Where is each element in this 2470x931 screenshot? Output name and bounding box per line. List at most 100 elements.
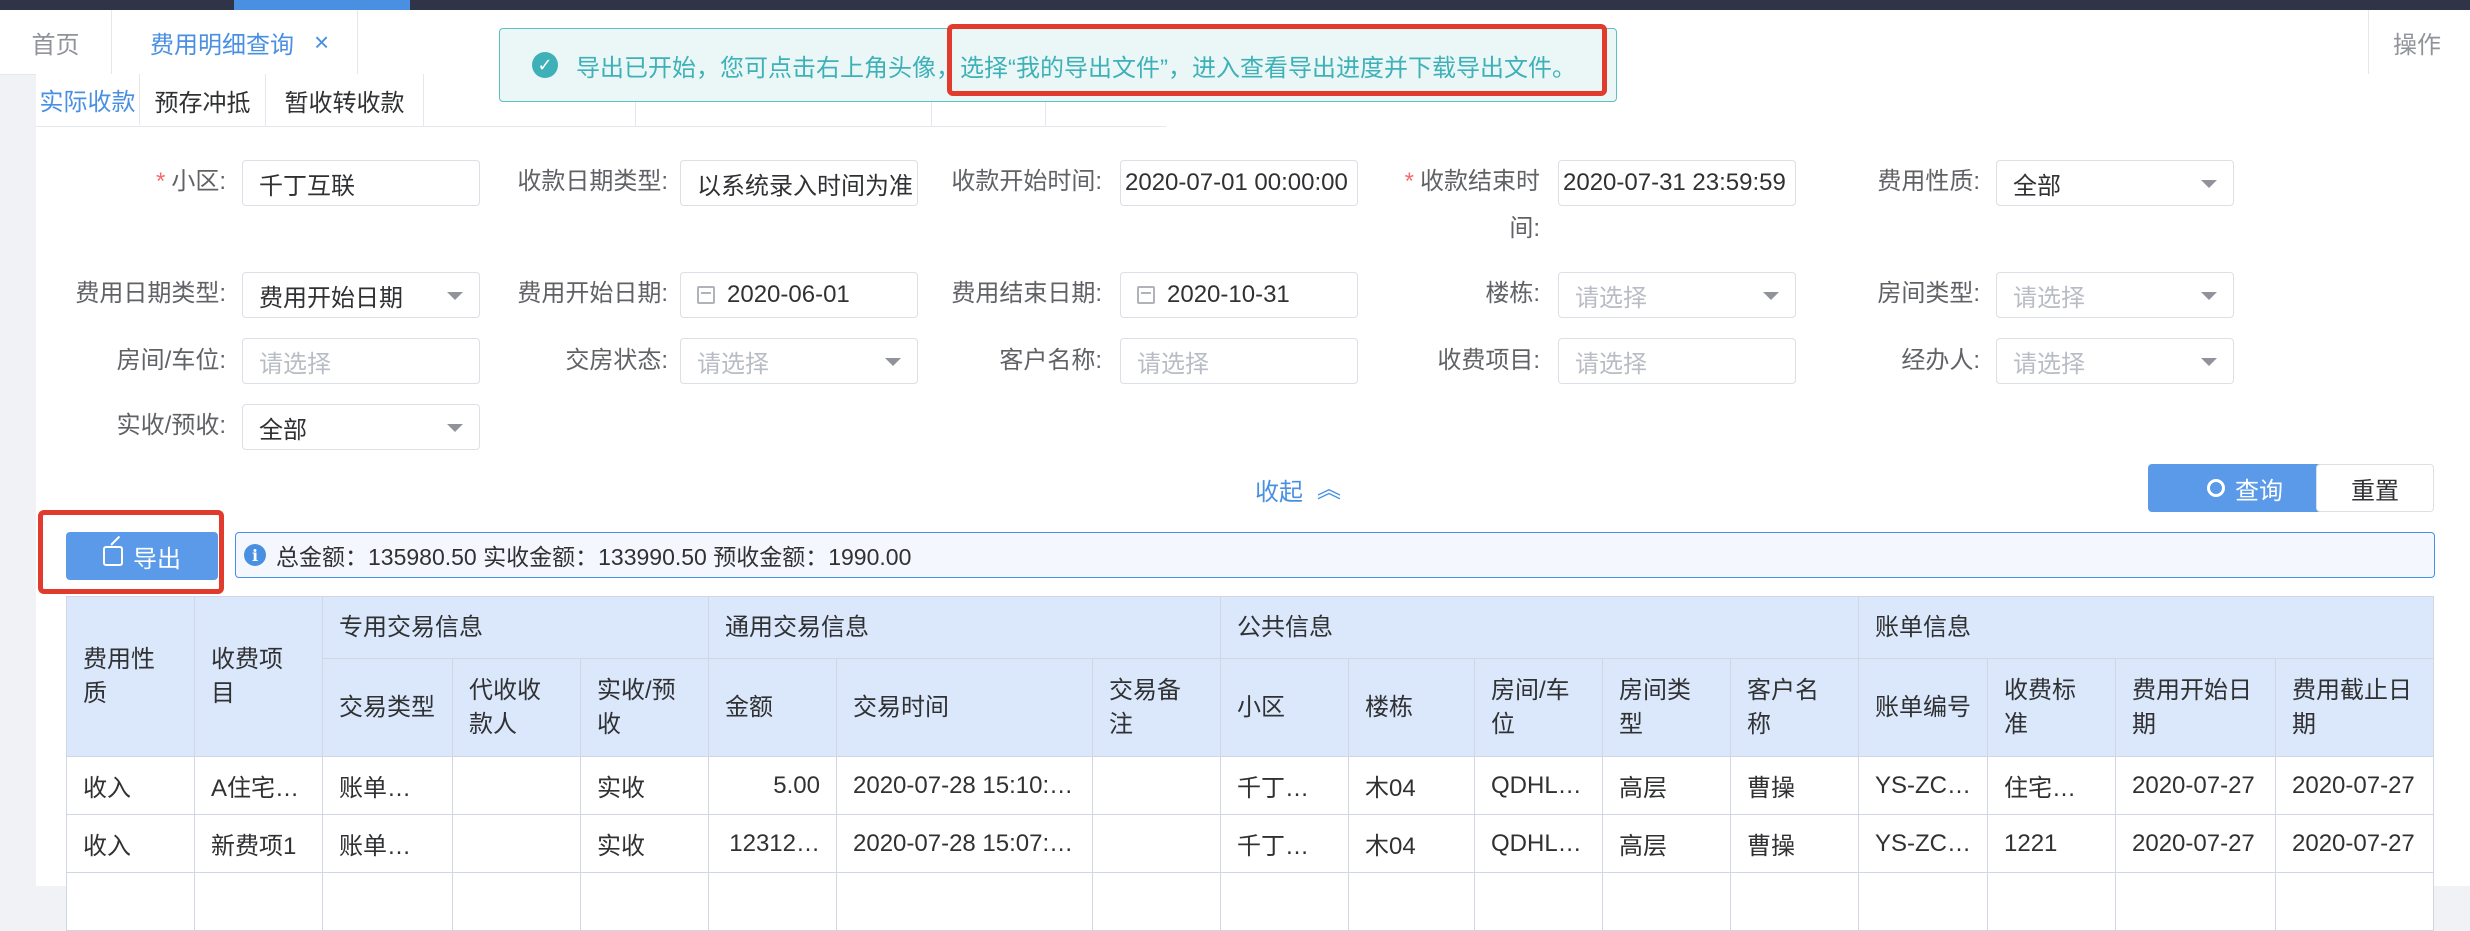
room-parking-input[interactable]: 请选择 <box>242 338 480 384</box>
table-cell: QDHL… <box>1474 814 1603 873</box>
table-cell <box>580 872 709 931</box>
export-highlight-box <box>38 510 224 594</box>
calendar-icon <box>1137 286 1155 304</box>
table-cell: 收入 <box>66 756 195 815</box>
label-building: 楼栋: <box>1485 280 1540 307</box>
table-cell: YS-ZC… <box>1858 814 1988 873</box>
table-cell: 千丁… <box>1220 756 1349 815</box>
table-cell <box>1602 872 1731 931</box>
charge-item-input[interactable]: 请选择 <box>1558 338 1796 384</box>
th-group-general: 通用交易信息 <box>708 596 1221 659</box>
th-fee-nature: 费用性质 <box>66 596 195 757</box>
customer-name-input[interactable]: 请选择 <box>1120 338 1358 384</box>
table-cell <box>322 872 453 931</box>
actual-prepaid-select[interactable]: 全部 <box>242 404 480 450</box>
collapse-label: 收起 <box>1255 479 1303 506</box>
table-cell: 收入 <box>66 814 195 873</box>
table-row[interactable]: 收入 新费项1 账单… 实收 12312… 2020-07-28 15:07:… 千丁… 木0… <box>66 814 2434 873</box>
summary-text: 总金额：135980.50 实收金额：133990.50 预收金额：1990.0… <box>276 544 912 570</box>
table-cell: 新费项1 <box>194 814 323 873</box>
th-room-parking: 房间/车位 <box>1474 658 1603 757</box>
label-handler: 经办人: <box>1901 347 1980 374</box>
tab-home[interactable]: 首页 <box>0 10 112 74</box>
query-button[interactable]: 查询 <box>2148 464 2342 512</box>
chevron-down-icon <box>1763 292 1779 300</box>
table-cell: 账单… <box>322 756 453 815</box>
collapse-toggle[interactable]: 收起 ︽ <box>1255 472 1341 507</box>
th-fee-start-date: 费用开始日期 <box>2115 658 2276 757</box>
table-cell: 高层 <box>1602 814 1731 873</box>
room-type-select[interactable]: 请选择 <box>1996 272 2234 318</box>
table-cell: A住宅… <box>194 756 323 815</box>
table-cell: 曹操 <box>1730 814 1859 873</box>
receipt-start-input[interactable]: 2020-07-01 00:00:00 <box>1120 160 1358 206</box>
th-charge-item: 收费项目 <box>194 596 323 757</box>
operations-menu[interactable]: 操作 <box>2368 10 2470 74</box>
check-circle-icon: ✓ <box>532 52 558 78</box>
table-cell: 高层 <box>1602 756 1731 815</box>
label-fee-date-type: 费用日期类型: <box>75 280 226 307</box>
top-strip <box>0 0 2470 10</box>
handler-select[interactable]: 请选择 <box>1996 338 2234 384</box>
label-customer-name: 客户名称: <box>999 347 1102 374</box>
building-select[interactable]: 请选择 <box>1558 272 1796 318</box>
table-cell: 实收 <box>580 814 709 873</box>
tab-prepaid-offset[interactable]: 预存冲抵 <box>140 74 266 126</box>
table-row[interactable]: 收入 A住宅… 账单… 实收 5.00 2020-07-28 15:10:… 千丁… 木04 Q… <box>66 756 2434 815</box>
th-building: 楼栋 <box>1348 658 1475 757</box>
label-receipt-end-wrap: 间: <box>1509 215 1540 242</box>
th-charge-standard: 收费标准 <box>1987 658 2116 757</box>
label-fee-end-date: 费用结束日期: <box>951 280 1102 307</box>
table-cell: 千丁… <box>1220 814 1349 873</box>
th-trade-time: 交易时间 <box>836 658 1093 757</box>
fee-end-date-input[interactable]: 2020-10-31 <box>1120 272 1358 318</box>
fee-date-type-select[interactable]: 费用开始日期 <box>242 272 480 318</box>
table-row[interactable] <box>66 872 2434 931</box>
chevron-down-icon <box>447 424 463 432</box>
table-cell: 住宅… <box>1987 756 2116 815</box>
label-receipt-start: 收款开始时间: <box>951 168 1102 195</box>
table-cell: 木04 <box>1348 756 1475 815</box>
fee-start-date-input[interactable]: 2020-06-01 <box>680 272 918 318</box>
tab-temp-to-receipt[interactable]: 暂收转收款 <box>266 74 424 126</box>
table-cell: YS-ZC… <box>1858 756 1988 815</box>
table-cell <box>2275 872 2434 931</box>
table-cell: 5.00 <box>708 756 837 815</box>
th-actual-prepaid: 实收/预收 <box>580 658 709 757</box>
th-customer-name: 客户名称 <box>1730 658 1859 757</box>
table-cell <box>1987 872 2116 931</box>
th-group-public: 公共信息 <box>1220 596 1859 659</box>
table-cell <box>66 872 195 931</box>
table-cell <box>1092 872 1221 931</box>
receipt-end-input[interactable]: 2020-07-31 23:59:59 <box>1558 160 1796 206</box>
label-community: * 小区: <box>155 168 226 195</box>
label-fee-start-date: 费用开始日期: <box>517 280 668 307</box>
fee-nature-select[interactable]: 全部 <box>1996 160 2234 206</box>
table-body: 收入 A住宅… 账单… 实收 5.00 2020-07-28 15:10:… 千丁… 木04 Q… <box>66 756 2434 931</box>
chevron-down-icon <box>885 358 901 366</box>
info-icon: i <box>244 544 266 566</box>
label-room-type: 房间类型: <box>1877 280 1980 307</box>
reset-button[interactable]: 重置 <box>2316 464 2434 512</box>
th-collector: 代收收款人 <box>452 658 581 757</box>
table-cell: 实收 <box>580 756 709 815</box>
chevron-up-icon: ︽ <box>1317 475 1341 503</box>
tab-actual-receipt[interactable]: 实际收款 <box>36 74 140 126</box>
table-cell <box>1348 872 1475 931</box>
table-cell <box>1092 756 1221 815</box>
table-cell: 12312… <box>708 814 837 873</box>
th-room-type: 房间类型 <box>1602 658 1731 757</box>
close-icon[interactable]: × <box>314 27 329 58</box>
label-receipt-date-type: 收款日期类型: <box>517 168 668 195</box>
table-cell <box>836 872 1093 931</box>
table-cell: 2020-07-27 <box>2275 756 2434 815</box>
table-cell: 2020-07-27 <box>2275 814 2434 873</box>
tab-fee-detail[interactable]: 费用明细查询 × <box>112 10 358 74</box>
handover-status-select[interactable]: 请选择 <box>680 338 918 384</box>
table-cell: 曹操 <box>1730 756 1859 815</box>
community-input[interactable]: 千丁互联 <box>242 160 480 206</box>
chevron-down-icon <box>2201 358 2217 366</box>
receipt-date-type-input[interactable]: 以系统录入时间为准 <box>680 160 918 206</box>
summary-bar: i 总金额：135980.50 实收金额：133990.50 预收金额：1990.… <box>235 532 2435 578</box>
tab-fee-detail-label: 费用明细查询 <box>150 31 294 59</box>
